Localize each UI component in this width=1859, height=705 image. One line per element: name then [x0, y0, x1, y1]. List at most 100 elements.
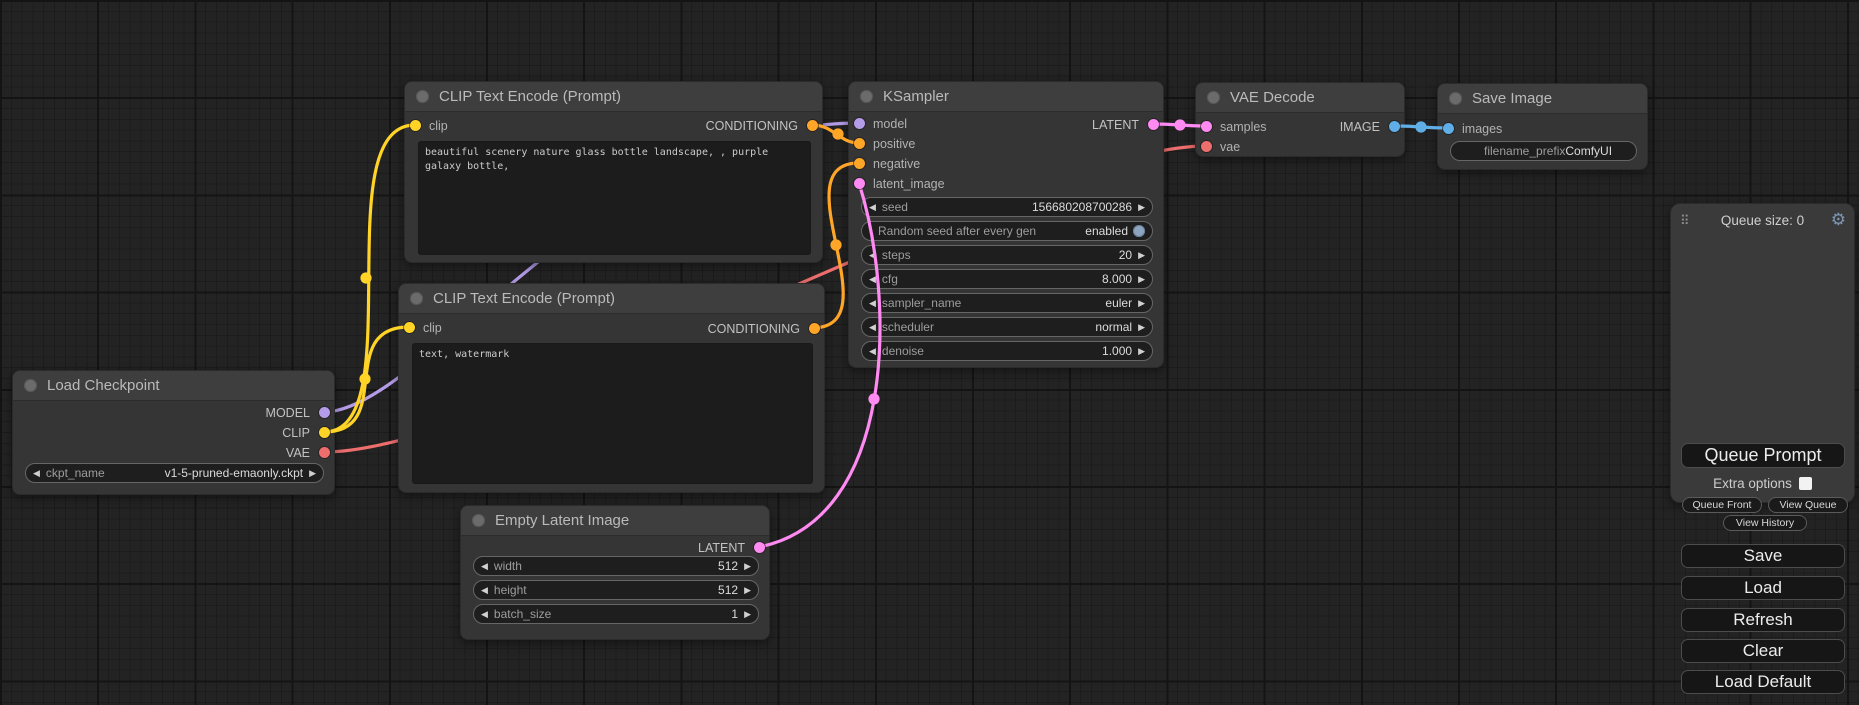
right-arrow-icon[interactable]: ▶	[744, 610, 751, 619]
node-save_image[interactable]: Save Image images filename_prefixComfyUI	[1437, 83, 1648, 170]
input-label-clip: clip	[423, 320, 442, 336]
node-empty_latent_image[interactable]: Empty Latent ImageLATENT◀width512▶◀heigh…	[460, 505, 770, 640]
right-arrow-icon[interactable]: ▶	[1138, 323, 1145, 332]
output-label-IMAGE: IMAGE	[1340, 119, 1380, 135]
widget-label: denoise	[882, 344, 924, 358]
widget-denoise[interactable]: ◀denoise1.000▶	[861, 341, 1153, 361]
widget-ckpt_name[interactable]: ◀ckpt_namev1-5-pruned-emaonly.ckpt▶	[25, 463, 324, 483]
output-label-LATENT: LATENT	[698, 540, 745, 556]
clear-button[interactable]: Clear	[1681, 639, 1845, 663]
input-label-images: images	[1462, 121, 1502, 137]
left-arrow-icon[interactable]: ◀	[869, 275, 876, 284]
link-midpoint-dot	[1174, 119, 1185, 130]
right-arrow-icon[interactable]: ▶	[1138, 203, 1145, 212]
input-label-vae: vae	[1220, 139, 1240, 155]
node-titlebar[interactable]: KSampler	[849, 82, 1163, 112]
node-titlebar[interactable]: VAE Decode	[1196, 83, 1404, 113]
right-arrow-icon[interactable]: ▶	[1138, 347, 1145, 356]
input-label-clip: clip	[429, 118, 448, 134]
widget-value: enabled	[1085, 224, 1128, 238]
left-arrow-icon[interactable]: ◀	[869, 347, 876, 356]
node-titlebar[interactable]: CLIP Text Encode (Prompt)	[405, 82, 822, 112]
node-status-dot-icon	[860, 90, 873, 103]
node-title: KSampler	[883, 88, 949, 105]
widget-label: height	[494, 583, 527, 597]
view-queue-button[interactable]: View Queue	[1768, 497, 1848, 513]
left-arrow-icon[interactable]: ◀	[869, 323, 876, 332]
widget-Random seed after every gen[interactable]: Random seed after every genenabled	[861, 221, 1153, 241]
input-label-negative: negative	[873, 156, 920, 172]
node-titlebar[interactable]: Load Checkpoint	[13, 371, 334, 401]
node-ksampler[interactable]: KSamplermodelpositivenegativelatent_imag…	[848, 81, 1164, 368]
node-vae_decode[interactable]: VAE DecodesamplesvaeIMAGE	[1195, 82, 1405, 157]
node-clip_encode_negative[interactable]: CLIP Text Encode (Prompt) clip CONDITIONIN…	[398, 283, 825, 493]
right-arrow-icon[interactable]: ▶	[309, 469, 316, 478]
widget-value: 1	[731, 607, 738, 621]
widget-label: batch_size	[494, 607, 551, 621]
widget-height[interactable]: ◀ height 512 ▶	[473, 580, 759, 600]
load-button[interactable]: Load	[1681, 576, 1845, 600]
right-arrow-icon[interactable]: ▶	[744, 586, 751, 595]
widget-value: 512	[718, 583, 738, 597]
widget-steps[interactable]: ◀steps20▶	[861, 245, 1153, 265]
right-arrow-icon[interactable]: ▶	[1138, 299, 1145, 308]
output-label-MODEL: MODEL	[266, 405, 310, 421]
right-arrow-icon[interactable]: ▶	[744, 562, 751, 571]
widget-value: 156680208700286	[1032, 200, 1132, 214]
node-status-dot-icon	[410, 292, 423, 305]
widget-sampler_name[interactable]: ◀sampler_nameeuler▶	[861, 293, 1153, 313]
extra-options-checkbox[interactable]	[1799, 477, 1812, 490]
node-titlebar[interactable]: CLIP Text Encode (Prompt)	[399, 284, 824, 314]
widget-scheduler[interactable]: ◀ scheduler normal ▶	[861, 317, 1153, 337]
view-history-button[interactable]: View History	[1723, 515, 1807, 531]
prompt-textarea[interactable]: beautiful scenery nature glass bottle la…	[418, 141, 811, 255]
widget-cfg[interactable]: ◀ cfg 8.000 ▶	[861, 269, 1153, 289]
right-arrow-icon[interactable]: ▶	[1138, 275, 1145, 284]
widget-label: ckpt_name	[46, 466, 105, 480]
left-arrow-icon[interactable]: ◀	[481, 610, 488, 619]
node-titlebar[interactable]: Save Image	[1438, 84, 1647, 114]
comfyui-canvas[interactable]: { "app": "ComfyUI node graph", "port_col…	[0, 0, 1859, 705]
widget-value: 8.000	[1102, 272, 1132, 286]
output-label-CLIP: CLIP	[282, 425, 310, 441]
left-arrow-icon[interactable]: ◀	[869, 251, 876, 260]
node-titlebar[interactable]: Empty Latent Image	[461, 506, 769, 536]
widget-filename_prefix[interactable]: filename_prefixComfyUI	[1450, 141, 1637, 161]
prompt-textarea[interactable]: text, watermark	[412, 343, 813, 484]
left-arrow-icon[interactable]: ◀	[33, 469, 40, 478]
refresh-button[interactable]: Refresh	[1681, 608, 1845, 632]
link-midpoint-dot	[832, 128, 843, 139]
link-midpoint-dot	[868, 393, 879, 404]
queue-prompt-button[interactable]: Queue Prompt	[1681, 443, 1845, 468]
widget-label: filename_prefix	[1484, 144, 1565, 158]
queue-front-button[interactable]: Queue Front	[1682, 497, 1762, 513]
node-load_checkpoint[interactable]: Load CheckpointMODELCLIPVAE◀ckpt_namev1-…	[12, 370, 335, 495]
save-button[interactable]: Save	[1681, 544, 1845, 568]
widget-label: cfg	[882, 272, 898, 286]
output-label-LATENT: LATENT	[1092, 117, 1139, 133]
widget-label: scheduler	[882, 320, 934, 334]
node-clip_encode_positive[interactable]: CLIP Text Encode (Prompt)clipCONDITIONIN…	[404, 81, 823, 263]
right-arrow-icon[interactable]: ▶	[1138, 251, 1145, 260]
load-default-button[interactable]: Load Default	[1681, 670, 1845, 694]
output-label-CONDITIONING: CONDITIONING	[708, 321, 800, 337]
left-arrow-icon[interactable]: ◀	[481, 562, 488, 571]
toggle-dot-icon[interactable]	[1133, 225, 1145, 237]
extra-options-label: Extra options	[1713, 476, 1792, 491]
left-arrow-icon[interactable]: ◀	[869, 203, 876, 212]
widget-value: normal	[1095, 320, 1132, 334]
widget-label: steps	[882, 248, 911, 262]
node-title: CLIP Text Encode (Prompt)	[433, 290, 615, 307]
widget-batch_size[interactable]: ◀ batch_size 1 ▶	[473, 604, 759, 624]
widget-value: ComfyUI	[1565, 144, 1612, 158]
node-title: Empty Latent Image	[495, 512, 629, 529]
node-title: Load Checkpoint	[47, 377, 160, 394]
node-status-dot-icon	[472, 514, 485, 527]
widget-seed[interactable]: ◀seed156680208700286▶	[861, 197, 1153, 217]
left-arrow-icon[interactable]: ◀	[481, 586, 488, 595]
queue-size-label: Queue size: 0	[1671, 213, 1854, 228]
left-arrow-icon[interactable]: ◀	[869, 299, 876, 308]
widget-value: 512	[718, 559, 738, 573]
settings-gear-icon[interactable]: ⚙	[1831, 210, 1846, 230]
widget-width[interactable]: ◀width512▶	[473, 556, 759, 576]
